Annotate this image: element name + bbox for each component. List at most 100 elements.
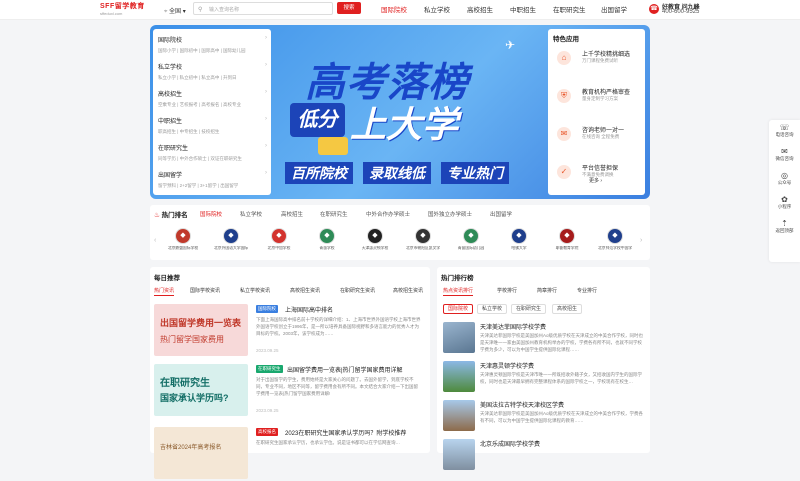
school-logo-item[interactable]: ◆ 天津惠灵顿学校 xyxy=(358,228,392,251)
hot-tab[interactable]: 学校排行 xyxy=(497,287,517,294)
daily-tab[interactable]: 在职研究生资讯 xyxy=(340,287,375,294)
article-desc: 下面上海国际高中排名前十学校的详细介绍：1、上海市世界外国语学校上海市世界外国语… xyxy=(256,317,421,336)
ranking-tab[interactable]: 国际院校 xyxy=(200,210,222,218)
feature-panel: 特色应用 ⌂ 上千学校精挑细选 万门课程免费试听 ⛨ 教育机构严格审查 量身定制学习方案… xyxy=(548,29,645,195)
article-thumbnail: 吉林省2024年高考报名 xyxy=(154,427,248,479)
school-name: 北京市朝阳区凯文学校 xyxy=(406,246,440,250)
nav-international[interactable]: 国际院校 xyxy=(381,4,407,14)
menu-item-college[interactable]: 高校招生 空乘专业 | 艺校报考 | 高考报名 | 高校专业 › xyxy=(153,86,271,113)
school-logo-item[interactable]: ◆ 北京市朝阳区凯文学校 xyxy=(406,228,440,251)
nav-college[interactable]: 高校招生 xyxy=(467,4,493,14)
nav-vocational[interactable]: 中职招生 xyxy=(510,4,536,14)
school-logo-item[interactable]: ◆ 哈佛大学 xyxy=(502,228,536,251)
hot-pill[interactable]: 私立学校 xyxy=(477,304,508,314)
chat-icon: ✉ xyxy=(557,127,571,141)
arrow-up-icon: ⇡ xyxy=(781,219,788,228)
school-logo-item[interactable]: ◆ 北京师范学校中国学校 xyxy=(598,228,632,251)
menu-item-abroad[interactable]: 出国留学 留学预科 | 2+2留学 | 3+1留学 | 出国留学 › xyxy=(153,167,271,194)
article-item[interactable]: 吉林省2024年高考报名 高校报名 2023在职研究生国家承认学历吗？附学校推荐… xyxy=(154,427,424,481)
ranking-tab[interactable]: 在职研究生 xyxy=(320,210,348,218)
daily-tab[interactable]: 国际学校资讯 xyxy=(190,287,220,294)
nav-graduate[interactable]: 在职研究生 xyxy=(553,4,586,14)
hot-pill[interactable]: 高校招生 xyxy=(552,304,583,314)
article-thumbnail: 在职研究生 国家承认学历吗? xyxy=(154,364,248,416)
school-logo-item[interactable]: ◆ 北京外国语大学国际学校 xyxy=(214,228,248,251)
feature-item[interactable]: ⛨ 教育机构严格审查 量身定制学习方案 xyxy=(553,85,640,119)
chevron-right-icon: › xyxy=(265,89,267,95)
school-logo-icon: ◆ xyxy=(271,228,287,244)
feature-item[interactable]: ⌂ 上千学校精挑细选 万门课程免费试听 xyxy=(553,47,640,81)
menu-item-international[interactable]: 国际院校 国际小学 | 国际初中 | 国际高中 | 国际幼儿园 › xyxy=(153,32,271,59)
site-logo[interactable]: SFF留学教育 sffeduxl.com xyxy=(100,3,145,17)
article-badge: 高校报名 xyxy=(256,428,278,436)
hot-item[interactable]: 天津美达菲国际学校学费 天津美达菲国际学校是美国加州Ao级优质学校在天津成立的中美… xyxy=(443,322,645,355)
school-name: 北京师范学校中国学校 xyxy=(598,246,632,250)
hot-pill[interactable]: 在职研究生 xyxy=(511,304,547,314)
article-item[interactable]: 出国留学费用一览表 热门留学国家费用 国际院校 上海国际高中排名 下面上海国际高… xyxy=(154,304,424,358)
hot-thumbnail xyxy=(443,439,475,470)
school-name: 青苗国际幼儿园 xyxy=(457,246,485,250)
article-desc: 在职研究生国家承认学历，也承认学位。说是证书都可以在学信网查询… xyxy=(256,440,400,445)
graduation-cap-icon xyxy=(318,137,348,155)
mini-program-button[interactable]: ✿ 小程序 xyxy=(769,192,800,216)
phone-consult-button[interactable]: ☏ 电话咨询 xyxy=(769,120,800,144)
school-logo-icon: ◆ xyxy=(223,228,239,244)
official-account-button[interactable]: ◎ 公众号 xyxy=(769,168,800,192)
search-button[interactable]: 搜索 xyxy=(337,2,361,14)
school-logo-item[interactable]: ◆ 北京中加学校 xyxy=(262,228,296,251)
hot-pill[interactable]: 国际院校 xyxy=(443,304,474,314)
school-logo-icon: ◆ xyxy=(511,228,527,244)
ranking-tab[interactable]: 高校招生 xyxy=(281,210,303,218)
school-name: 北京外国语大学国际学校 xyxy=(214,246,248,250)
ranking-tab[interactable]: 国外独立办学硕士 xyxy=(428,210,472,218)
hot-item[interactable]: 天津惠灵顿学校学费 天津惠灵顿国际学校是天津市唯一一所既招收外籍子女，又招收国内学… xyxy=(443,361,645,394)
nav-abroad[interactable]: 出国留学 xyxy=(601,4,627,14)
search-input[interactable]: ⚲ 输入查询名称 xyxy=(193,2,333,15)
hot-item[interactable]: 北京乐成国际学校学费 xyxy=(443,439,645,472)
menu-item-graduate[interactable]: 在职研究生 同等学历 | 中外合作硕士 | 双证在职研究生 › xyxy=(153,140,271,167)
chevron-right-icon: › xyxy=(265,35,267,41)
hot-tab[interactable]: 简章排行 xyxy=(537,287,557,294)
article-title: 2023在职研究生国家承认学历吗？附学校推荐 xyxy=(285,431,407,437)
school-logo-item[interactable]: ◆ 青苗国际幼儿园 xyxy=(454,228,488,251)
hot-tab[interactable]: 热点资讯排行 xyxy=(443,287,474,296)
school-logo-item[interactable]: ◆ 青苗学校 xyxy=(310,228,344,251)
feature-title: 特色应用 xyxy=(553,36,579,43)
city-selector[interactable]: ⌖ 全国 ▾ xyxy=(164,6,186,16)
fire-icon: ♨ xyxy=(154,212,160,219)
top-bar: SFF留学教育 sffeduxl.com ⌖ 全国 ▾ ⚲ 输入查询名称 搜索 国际… xyxy=(0,0,800,20)
more-link[interactable]: 更多 › xyxy=(589,177,602,184)
article-item[interactable]: 在职研究生 国家承认学历吗? 在职研究生 出国留学费用一览表|热门留学国家费用详… xyxy=(154,364,424,418)
nav-private[interactable]: 私立学校 xyxy=(424,4,450,14)
wechat-consult-button[interactable]: ✉ 微信咨询 xyxy=(769,144,800,168)
chevron-right-icon: › xyxy=(265,143,267,149)
school-logo-item[interactable]: ◆ 北京鼎盛国际学校 xyxy=(166,228,200,251)
ranking-tab[interactable]: 出国留学 xyxy=(490,210,512,218)
hot-thumbnail xyxy=(443,361,475,392)
chevron-left-icon[interactable]: ‹ xyxy=(154,237,156,244)
article-title: 上海国际高中排名 xyxy=(285,308,334,314)
school-name: 天津惠灵顿学校 xyxy=(361,246,389,250)
school-logo-icon: ◆ xyxy=(463,228,479,244)
ranking-tab[interactable]: 中外合作办学硕士 xyxy=(366,210,410,218)
article-date: 2023.09.25 xyxy=(256,348,279,353)
menu-item-vocational[interactable]: 中职招生 职高招生 | 中专招生 | 技校招生 › xyxy=(153,113,271,140)
feature-item[interactable]: ✉ 咨询老师一对一 在线咨询 全程免费 xyxy=(553,123,640,157)
daily-tab[interactable]: 热门资讯 xyxy=(154,287,175,296)
school-logo-icon: ◆ xyxy=(559,228,575,244)
daily-tab[interactable]: 高校招生资讯 xyxy=(290,287,320,294)
chevron-right-icon: › xyxy=(265,62,267,68)
back-to-top-button[interactable]: ⇡ 返回顶部 xyxy=(769,216,800,240)
hot-title: 热门排行榜 xyxy=(441,275,474,282)
ranking-tab[interactable]: 私立学校 xyxy=(240,210,262,218)
school-logo-icon: ◆ xyxy=(319,228,335,244)
hot-tab[interactable]: 专业排行 xyxy=(577,287,597,294)
school-logo-item[interactable]: ◆ 耶鲁教育学院 xyxy=(550,228,584,251)
menu-item-private[interactable]: 私立学校 私立小学 | 私立初中 | 私立高中 | 升到日 › xyxy=(153,59,271,86)
daily-tab[interactable]: 高校招生资讯 xyxy=(393,287,428,294)
category-menu: 国际院校 国际小学 | 国际初中 | 国际高中 | 国际幼儿园 › 私立学校 私立小学… xyxy=(153,29,271,195)
chevron-right-icon[interactable]: › xyxy=(640,237,642,244)
daily-tab[interactable]: 私立学校资讯 xyxy=(240,287,270,294)
hot-item[interactable]: 美国法拉古特学校天津校区学费 天津美达菲国际学校是美国加州Ao级优质学校在天津成立… xyxy=(443,400,645,433)
banner-university: 上大学 xyxy=(350,104,459,145)
